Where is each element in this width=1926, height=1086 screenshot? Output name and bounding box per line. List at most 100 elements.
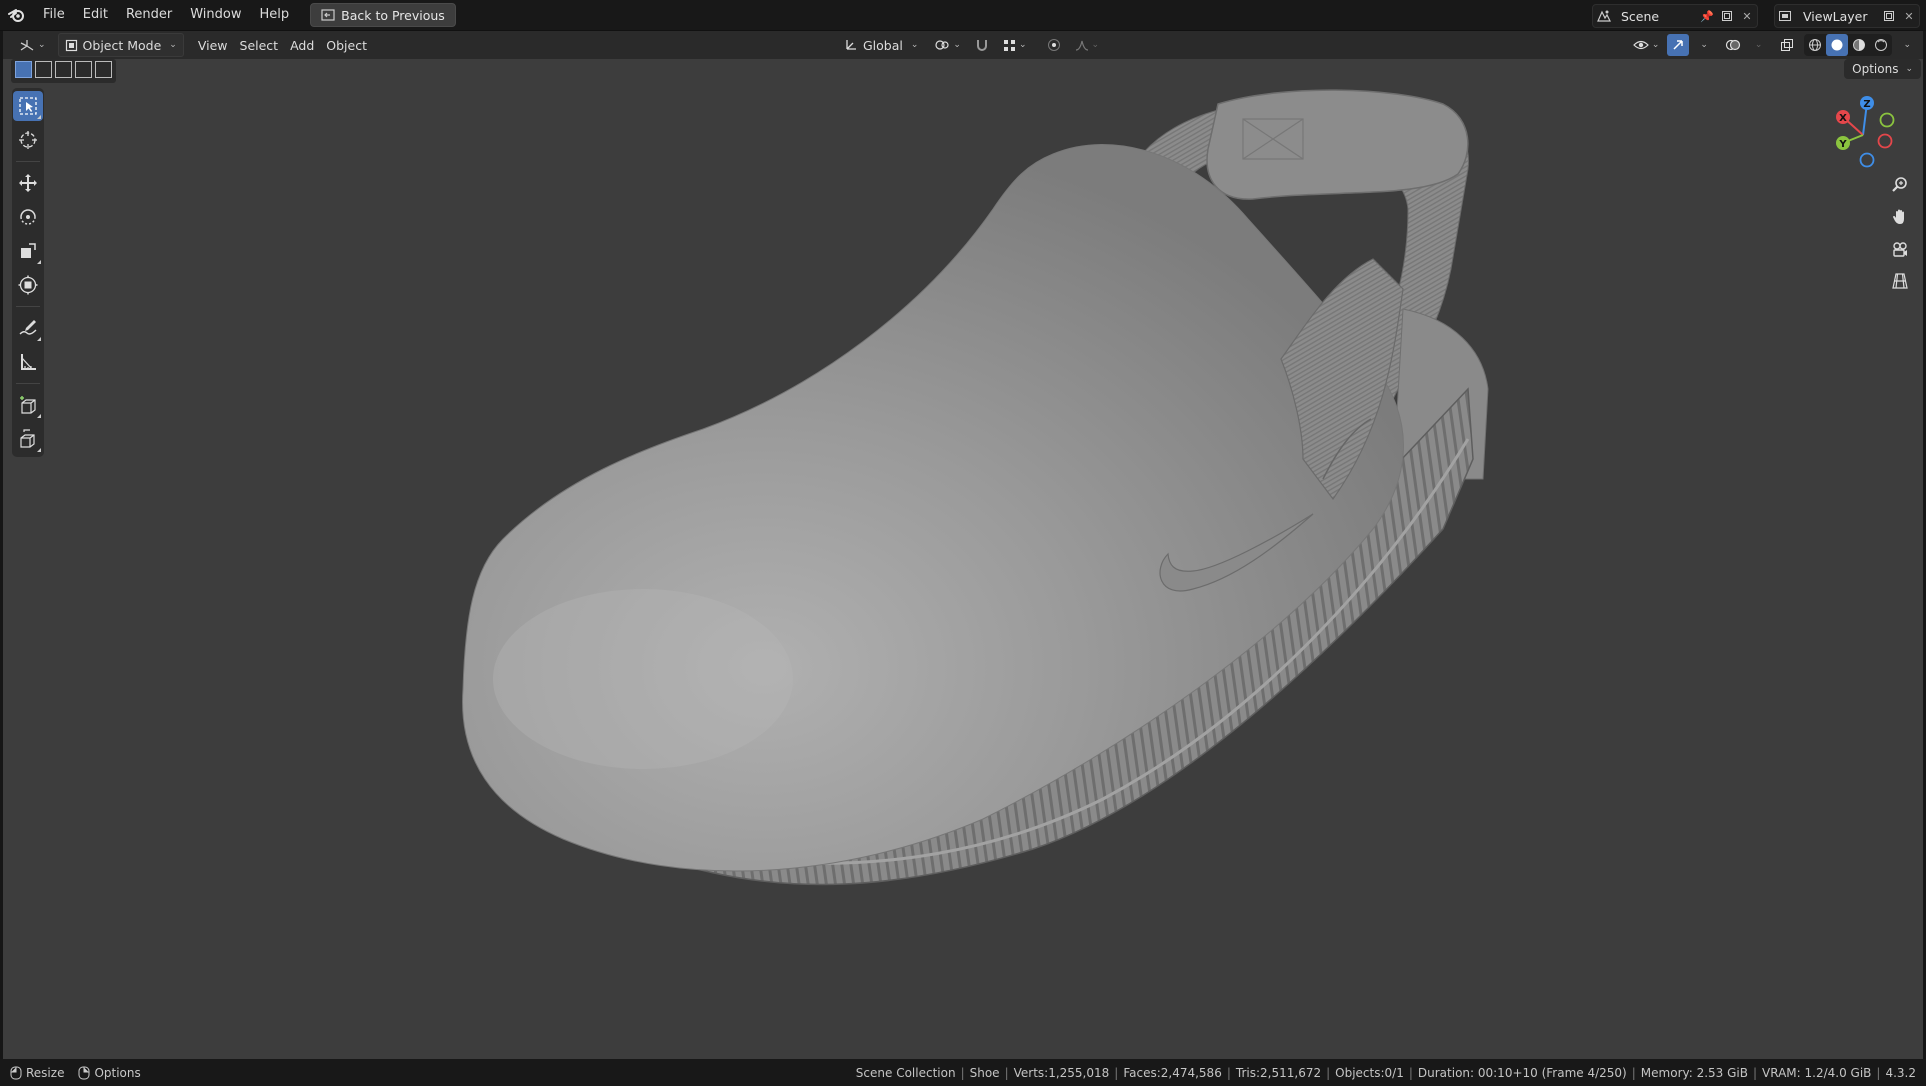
annotate-tool[interactable] <box>13 313 43 343</box>
object-mode-dropdown[interactable]: Object Mode ⌄ <box>57 33 184 57</box>
tool-variants-indicator <box>37 414 41 418</box>
stat-tris: Tris:2,511,672 <box>1235 1065 1322 1080</box>
view-layer-selector[interactable]: ViewLayer ✕ <box>1774 4 1920 28</box>
blender-window: File Edit Render Window Help Back to Pre… <box>0 0 1926 1086</box>
new-view-layer-icon[interactable] <box>1879 6 1899 26</box>
object-mode-label: Object Mode <box>82 37 162 53</box>
selectability-icon <box>1632 40 1649 50</box>
back-to-previous-button[interactable]: Back to Previous <box>310 3 456 27</box>
move-tool[interactable] <box>13 168 43 198</box>
perspective-toggle-icon[interactable] <box>1887 268 1913 294</box>
rendered-shading-icon[interactable] <box>1870 34 1892 56</box>
chevron-down-icon: ⌄ <box>38 40 46 50</box>
menu-add[interactable]: Add <box>284 34 320 56</box>
zoom-icon[interactable] <box>1887 172 1913 198</box>
scene-statistics: Scene Collection | Shoe | Verts:1,255,018 |… <box>855 1065 1916 1080</box>
3d-viewport[interactable]: Options ⌄ Z X Y <box>3 59 1923 1059</box>
menu-file[interactable]: File <box>34 4 74 26</box>
delete-view-layer-icon[interactable]: ✕ <box>1899 6 1919 26</box>
select-subtract-icon[interactable] <box>55 61 72 78</box>
menu-edit[interactable]: Edit <box>74 4 117 26</box>
scene-icon[interactable] <box>1593 5 1615 27</box>
overlays-dropdown[interactable]: ⌄ <box>1746 34 1769 56</box>
transform-tool[interactable] <box>13 270 43 300</box>
material-preview-icon[interactable] <box>1848 34 1870 56</box>
menu-window[interactable]: Window <box>181 4 250 26</box>
chevron-down-icon: ⌄ <box>1651 40 1660 50</box>
extrude-tool[interactable] <box>13 424 43 454</box>
navigation-gizmo[interactable]: Z X Y <box>1823 93 1903 173</box>
snap-toggle-icon[interactable] <box>971 34 993 56</box>
snap-target-dropdown[interactable]: ⌄ <box>997 34 1033 56</box>
select-extend-icon[interactable] <box>35 61 52 78</box>
transform-orientation-label: Global <box>863 37 903 53</box>
scene-name[interactable]: Scene <box>1615 9 1697 24</box>
add-cube-tool[interactable] <box>13 390 43 420</box>
viewport-options-button[interactable]: Options ⌄ <box>1844 59 1921 79</box>
xray-toggle-icon[interactable] <box>1776 34 1798 56</box>
shading-dropdown[interactable]: ⌄ <box>1894 34 1917 56</box>
select-new-icon[interactable] <box>15 61 32 78</box>
scale-icon <box>21 243 36 258</box>
stat-vram: VRAM: 1.2/4.0 GiB <box>1762 1065 1872 1080</box>
selection-mode-group <box>11 59 116 83</box>
menu-object[interactable]: Object <box>320 34 373 56</box>
shading-mode-group <box>1804 34 1893 56</box>
gizmo-neg-y-axis[interactable] <box>1879 112 1895 128</box>
menu-view[interactable]: View <box>192 34 234 56</box>
menu-select[interactable]: Select <box>234 34 285 56</box>
workspace-selectors: Scene 📌 ✕ ViewLayer ✕ <box>1592 4 1920 28</box>
select-difference-icon[interactable] <box>75 61 92 78</box>
viewport-header: ⌄ Object Mode ⌄ View Select Add Object G… <box>3 31 1923 59</box>
scene-selector[interactable]: Scene 📌 ✕ <box>1592 4 1758 28</box>
camera-view-icon[interactable] <box>1887 236 1913 262</box>
gizmo-neg-x-axis[interactable] <box>1877 133 1893 149</box>
stat-faces: Faces:2,474,586 <box>1123 1065 1222 1080</box>
snap-grid-icon <box>1003 39 1015 51</box>
object-mode-icon <box>65 39 77 51</box>
view-layer-name[interactable]: ViewLayer <box>1797 9 1879 24</box>
measure-tool[interactable] <box>13 347 43 377</box>
extrude-icon <box>20 429 35 448</box>
delete-scene-icon[interactable]: ✕ <box>1737 6 1757 26</box>
select-box-tool[interactable] <box>13 91 43 121</box>
wireframe-shading-icon[interactable] <box>1804 34 1826 56</box>
gizmo-x-label: X <box>1839 113 1847 124</box>
transform-orientation-dropdown[interactable]: Global ⌄ <box>838 34 924 56</box>
visibility-dropdown[interactable]: ⌄ <box>1627 34 1666 56</box>
pivot-point-dropdown[interactable]: ⌄ <box>928 34 967 56</box>
pin-scene-icon[interactable]: 📌 <box>1697 6 1717 26</box>
toolbar-divider <box>16 161 40 162</box>
overlays-toggle-icon[interactable] <box>1722 34 1744 56</box>
gizmo-toggle-icon[interactable] <box>1667 34 1690 56</box>
back-icon <box>321 9 335 21</box>
shoe-model[interactable] <box>3 59 1923 1059</box>
gizmo-y-label: Y <box>1838 139 1847 150</box>
gizmo-neg-z-axis[interactable] <box>1859 152 1875 168</box>
measure-icon <box>21 354 36 370</box>
rotate-tool[interactable] <box>13 202 43 232</box>
mouse-right-icon <box>78 1066 90 1079</box>
proportional-falloff-dropdown[interactable]: ⌄ <box>1069 34 1106 56</box>
proportional-editing-icon[interactable] <box>1043 34 1065 56</box>
stat-verts: Verts:1,255,018 <box>1013 1065 1110 1080</box>
pan-hand-icon[interactable] <box>1887 204 1913 230</box>
chevron-down-icon: ⌄ <box>1018 40 1027 50</box>
cursor-tool[interactable] <box>13 125 43 155</box>
stat-objects: Objects:0/1 <box>1335 1065 1404 1080</box>
new-scene-icon[interactable] <box>1717 6 1737 26</box>
menu-help[interactable]: Help <box>251 4 299 26</box>
blender-logo-icon[interactable] <box>0 7 34 23</box>
select-intersect-icon[interactable] <box>95 61 112 78</box>
orientation-icon <box>846 40 856 50</box>
menu-render[interactable]: Render <box>117 4 181 26</box>
view-layer-icon[interactable] <box>1775 5 1797 27</box>
scale-tool[interactable] <box>13 236 43 266</box>
stat-collection: Scene Collection <box>855 1065 956 1080</box>
add-cube-icon <box>20 396 36 414</box>
chevron-down-icon: ⌄ <box>953 40 961 50</box>
gizmo-dropdown[interactable]: ⌄ <box>1691 34 1714 56</box>
solid-shading-icon[interactable] <box>1826 34 1849 56</box>
tool-variants-indicator <box>37 337 41 341</box>
editor-type-selector[interactable]: ⌄ <box>13 34 52 56</box>
